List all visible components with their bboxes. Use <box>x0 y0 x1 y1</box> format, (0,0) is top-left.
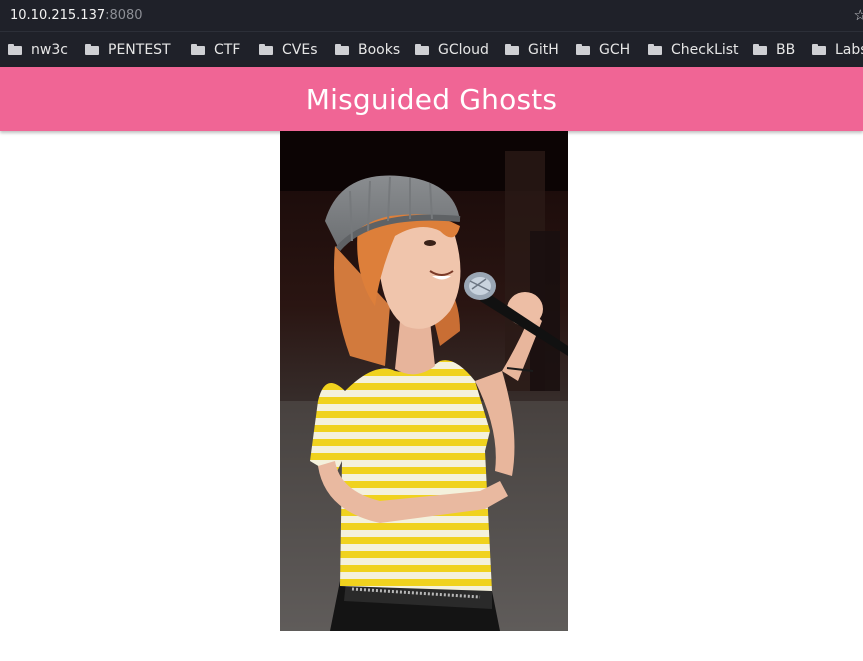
bookmark-folder-gch[interactable]: GCH <box>576 32 630 67</box>
bookmark-folder-labs[interactable]: Labs <box>812 32 863 67</box>
bookmark-folder-ctf[interactable]: CTF <box>191 32 240 67</box>
bookmark-label: CVEs <box>282 41 318 58</box>
bookmark-folder-checklist[interactable]: CheckList <box>648 32 739 67</box>
page-header: Misguided Ghosts <box>0 67 863 131</box>
url-port: :8080 <box>105 8 143 23</box>
folder-icon <box>85 44 99 55</box>
bookmark-label: Labs <box>835 41 863 58</box>
url-text[interactable]: 10.10.215.137:8080 <box>10 7 143 25</box>
bookmark-folder-gcloud[interactable]: GCloud <box>415 32 489 67</box>
folder-icon <box>812 44 826 55</box>
folder-icon <box>415 44 429 55</box>
folder-icon <box>648 44 662 55</box>
page-title: Misguided Ghosts <box>305 82 558 116</box>
folder-icon <box>576 44 590 55</box>
bookmark-label: GCH <box>599 41 631 58</box>
folder-icon <box>191 44 205 55</box>
bookmark-label: Books <box>358 41 401 58</box>
folder-icon <box>505 44 519 55</box>
bookmark-folder-nw3c[interactable]: nw3c <box>8 32 68 67</box>
url-host: 10.10.215.137 <box>10 8 106 23</box>
bookmark-label: GCloud <box>438 41 489 58</box>
folder-icon <box>259 44 273 55</box>
bookmark-folder-books[interactable]: Books <box>335 32 400 67</box>
bookmark-label: PENTEST <box>108 41 171 58</box>
bookmark-label: CheckList <box>671 41 739 58</box>
bookmark-folder-cves[interactable]: CVEs <box>259 32 318 67</box>
bookmark-folder-gith[interactable]: GitH <box>505 32 559 67</box>
bookmark-label: GitH <box>528 41 559 58</box>
bookmark-label: BB <box>776 41 796 58</box>
folder-icon <box>8 44 22 55</box>
star-icon[interactable]: ☆ <box>854 6 863 24</box>
bookmarks-bar: nw3c PENTEST CTF CVEs Books GCloud GitH … <box>0 32 863 67</box>
folder-icon <box>753 44 767 55</box>
bookmark-folder-pentest[interactable]: PENTEST <box>85 32 171 67</box>
bookmark-label: nw3c <box>31 41 68 58</box>
folder-icon <box>335 44 349 55</box>
bookmark-folder-bb[interactable]: BB <box>753 32 795 67</box>
bookmark-label: CTF <box>214 41 241 58</box>
address-bar[interactable]: 10.10.215.137:8080 ☆ <box>0 0 863 32</box>
singer-photo <box>280 131 568 631</box>
